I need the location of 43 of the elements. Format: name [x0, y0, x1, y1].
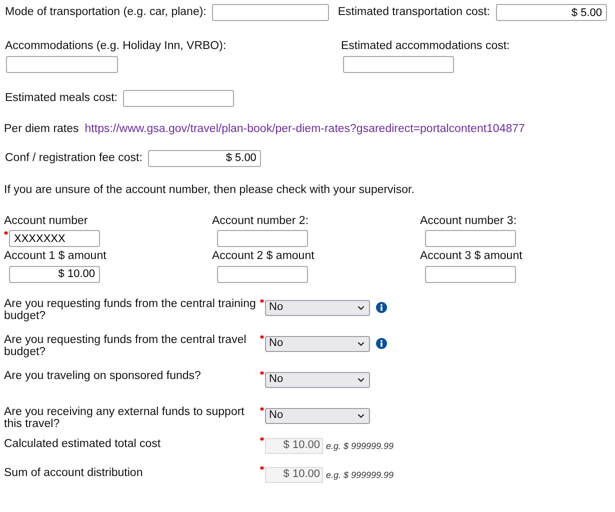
field-label: Account 2 $ amount — [212, 249, 316, 264]
total-label: Calculated estimated total cost — [4, 436, 162, 452]
select-dropdown[interactable]: No — [265, 408, 370, 424]
question-label: Are you traveling on sponsored funds? — [4, 370, 202, 382]
per-diem-link[interactable]: https://www.gsa.gov/travel/plan-book/per-diem-rates?gsaredirect=portalcontent104877 — [84, 121, 525, 138]
text-field[interactable] — [6, 56, 118, 74]
field-label: Per diem rates — [4, 122, 79, 138]
select-dropdown[interactable]: No — [265, 372, 370, 388]
total-label: Sum of account distribution — [4, 466, 144, 480]
text-field[interactable] — [217, 230, 308, 248]
text-field[interactable] — [425, 266, 516, 282]
account-note: If you are unsure of the account number, then please check with your supervisor. — [4, 182, 416, 198]
field-label: Account 3 $ amount — [420, 249, 524, 264]
select-dropdown[interactable]: No — [265, 336, 370, 352]
field-label: Accommodations (e.g. Holiday Inn, VRBO): — [5, 39, 226, 54]
field-label: Conf / registration fee cost: — [5, 150, 142, 166]
format-hint: e.g. $ 999999.99 — [326, 468, 394, 482]
text-field[interactable] — [217, 266, 308, 282]
text-field[interactable] — [425, 230, 516, 248]
text-field[interactable]: $ 5.00 — [148, 150, 262, 167]
field-label: Estimated accommodations cost: — [341, 39, 510, 54]
text-field[interactable]: $ 10.00 — [9, 266, 100, 282]
total-field[interactable]: $ 10.00 — [265, 438, 323, 454]
field-label: Estimated transportation cost: — [338, 4, 490, 20]
text-field[interactable]: XXXXXXX — [9, 230, 100, 248]
field-label: Account number — [4, 214, 89, 229]
field-label: Estimated meals cost: — [5, 91, 118, 106]
text-field[interactable] — [123, 90, 234, 108]
question-label: Are you requesting funds from the central training budget? — [4, 298, 257, 322]
text-field[interactable] — [212, 4, 330, 21]
text-field[interactable] — [343, 56, 454, 74]
info-icon[interactable] — [376, 302, 387, 312]
field-label: Account 1 $ amount — [4, 249, 108, 264]
total-field[interactable]: $ 10.00 — [265, 466, 323, 482]
field-label: Account number 3: — [420, 214, 518, 229]
question-label: Are you requesting funds from the central travel budget? — [4, 334, 248, 358]
field-label: Account number 2: — [212, 214, 310, 229]
info-icon[interactable] — [376, 338, 387, 348]
select-dropdown[interactable]: No — [265, 300, 370, 316]
format-hint: e.g. $ 999999.99 — [326, 440, 394, 453]
text-field[interactable]: $ 5.00 — [496, 4, 607, 21]
question-label: Are you receiving any external funds to support this travel? — [4, 406, 246, 430]
field-label: Mode of transportation (e.g. car, plane): — [5, 4, 206, 20]
